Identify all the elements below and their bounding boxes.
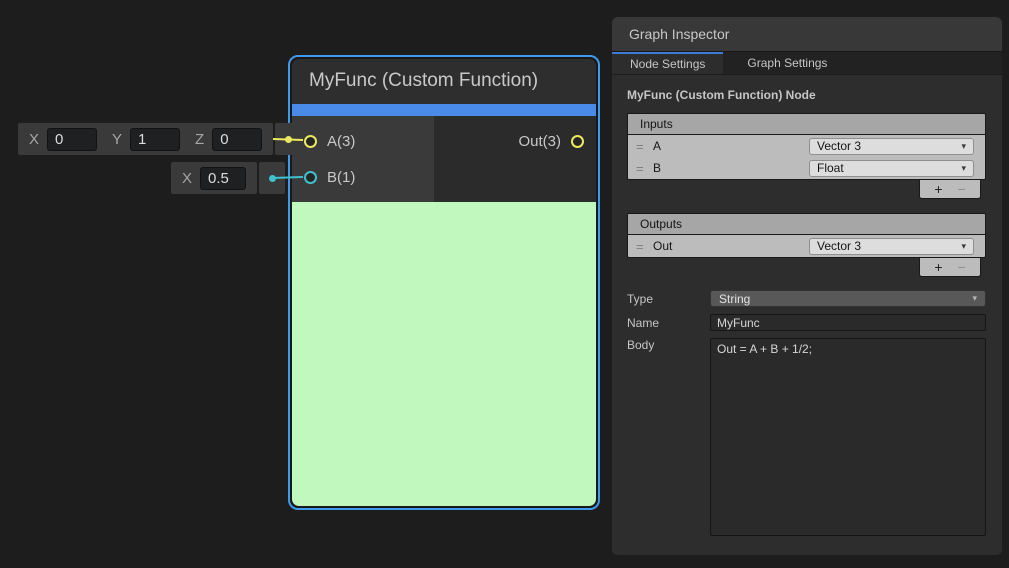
input-port-b[interactable]: B(1) — [292, 164, 434, 190]
function-properties: Type String ▾ Name Body Out = A + B + 1/… — [612, 290, 1002, 536]
float-output-port[interactable] — [259, 162, 285, 194]
port-out-label: Out(3) — [518, 133, 561, 150]
float-x-field[interactable] — [200, 167, 246, 190]
function-name-field[interactable] — [710, 314, 986, 331]
port-a-label: A(3) — [327, 133, 355, 150]
input-row-a[interactable]: = A Vector 3 ▾ — [628, 135, 985, 157]
axis-label-z: Z — [195, 131, 204, 148]
chevron-down-icon: ▾ — [961, 142, 966, 151]
chevron-down-icon: ▾ — [961, 242, 966, 251]
name-label: Name — [627, 316, 710, 330]
float-fields: X — [171, 162, 257, 194]
port-b-connector-icon[interactable] — [304, 171, 317, 184]
add-input-button[interactable]: + — [934, 182, 942, 196]
input-row-b[interactable]: = B Float ▾ — [628, 157, 985, 179]
float-input-widget: X — [171, 162, 285, 194]
inspector-header[interactable]: Graph Inspector — [612, 17, 1002, 52]
dropdown-value: String — [719, 292, 750, 306]
output-port-out[interactable]: Out(3) — [434, 128, 596, 154]
inspector-title: Graph Inspector — [629, 26, 729, 42]
vector3-fields: X Y Z — [18, 123, 273, 155]
remove-output-button[interactable]: − — [958, 260, 966, 274]
vector3-input-widget: X Y Z — [18, 123, 301, 155]
output-out-type-dropdown[interactable]: Vector 3 ▾ — [809, 238, 974, 255]
output-row-out[interactable]: = Out Vector 3 ▾ — [628, 235, 985, 257]
inputs-section-title: Inputs — [628, 114, 985, 135]
drag-handle-icon[interactable]: = — [636, 139, 653, 154]
axis-label-x: X — [29, 131, 39, 148]
drag-handle-icon[interactable]: = — [636, 239, 653, 254]
vector3-output-port[interactable] — [275, 123, 301, 155]
input-b-type-dropdown[interactable]: Float ▾ — [809, 160, 974, 177]
axis-label-x: X — [182, 170, 192, 187]
input-name: A — [653, 139, 809, 153]
type-dropdown[interactable]: String ▾ — [710, 290, 986, 307]
output-name: Out — [653, 239, 809, 253]
outputs-section-title: Outputs — [628, 214, 985, 235]
tab-node-settings[interactable]: Node Settings — [612, 52, 723, 74]
input-port-a[interactable]: A(3) — [292, 128, 434, 154]
input-name: B — [653, 161, 809, 175]
port-dot-icon[interactable] — [269, 175, 276, 182]
node-title: MyFunc (Custom Function) — [292, 59, 596, 104]
node-input-ports: A(3) B(1) — [292, 116, 434, 202]
inspector-body: MyFunc (Custom Function) Node Inputs = A… — [612, 75, 1002, 555]
type-label: Type — [627, 292, 710, 306]
body-label: Body — [627, 338, 710, 352]
drag-handle-icon[interactable]: = — [636, 161, 653, 176]
port-b-label: B(1) — [327, 169, 355, 186]
chevron-down-icon: ▾ — [961, 164, 966, 173]
inspector-tab-bar: Node Settings Graph Settings — [612, 52, 1002, 74]
dropdown-value: Vector 3 — [817, 139, 861, 153]
port-a-connector-icon[interactable] — [304, 135, 317, 148]
function-body-field[interactable]: Out = A + B + 1/2; — [710, 338, 986, 536]
node-output-ports: Out(3) — [434, 116, 596, 202]
outputs-list-controls: + − — [612, 258, 981, 277]
inspector-node-heading: MyFunc (Custom Function) Node — [612, 75, 1002, 113]
inputs-section: Inputs = A Vector 3 ▾ = B Float ▾ — [627, 113, 986, 180]
outputs-section: Outputs = Out Vector 3 ▾ — [627, 213, 986, 258]
tab-label: Graph Settings — [747, 56, 827, 70]
add-output-button[interactable]: + — [934, 260, 942, 274]
vector3-x-field[interactable] — [47, 128, 97, 151]
remove-input-button[interactable]: − — [958, 182, 966, 196]
node-selection-bar — [292, 104, 596, 116]
vector3-y-field[interactable] — [130, 128, 180, 151]
input-a-type-dropdown[interactable]: Vector 3 ▾ — [809, 138, 974, 155]
port-dot-icon[interactable] — [285, 136, 292, 143]
inputs-list-controls: + − — [612, 180, 981, 199]
chevron-down-icon: ▾ — [972, 294, 977, 303]
dropdown-value: Vector 3 — [817, 239, 861, 253]
port-out-connector-icon[interactable] — [571, 135, 584, 148]
node-preview — [292, 202, 596, 506]
tab-label: Node Settings — [630, 57, 705, 71]
custom-function-node[interactable]: MyFunc (Custom Function) A(3) B(1) Out(3… — [288, 55, 600, 510]
vector3-z-field[interactable] — [212, 128, 262, 151]
node-ports: A(3) B(1) Out(3) — [292, 116, 596, 202]
tab-graph-settings[interactable]: Graph Settings — [723, 52, 851, 74]
axis-label-y: Y — [112, 131, 122, 148]
graph-inspector-panel: Graph Inspector Node Settings Graph Sett… — [612, 17, 1002, 555]
dropdown-value: Float — [817, 161, 844, 175]
